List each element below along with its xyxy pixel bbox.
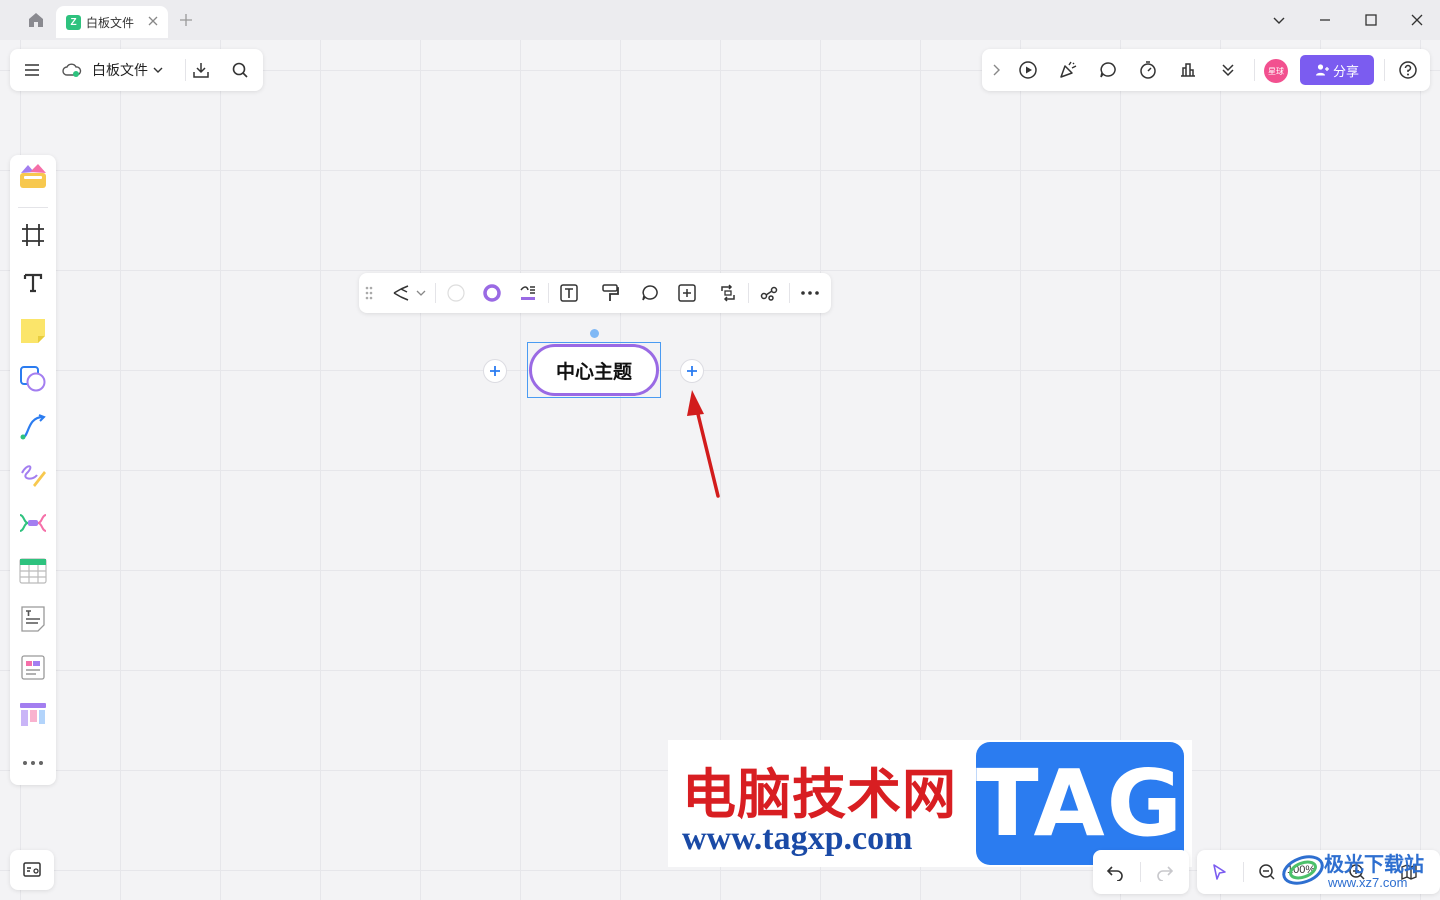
home-icon[interactable]: [24, 8, 48, 32]
annotation-arrow-icon: [687, 390, 720, 498]
share-button[interactable]: 分享: [1300, 55, 1374, 85]
card-icon[interactable]: [17, 651, 49, 683]
watermark-title: 电脑技术网: [682, 763, 957, 826]
select-cursor-icon[interactable]: [1205, 858, 1233, 886]
share-label: 分享: [1332, 63, 1359, 79]
watermark-site2-url: www.xz7.com: [1328, 875, 1408, 890]
fill-color-icon[interactable]: [442, 279, 470, 307]
watermark-panel: 电脑技术网 www.tagxp.com: [668, 740, 974, 867]
frame-icon[interactable]: [17, 219, 49, 251]
comment-icon[interactable]: [1094, 56, 1122, 84]
file-name-dropdown[interactable]: 白板文件: [92, 59, 163, 81]
file-toolbar: 白板文件: [10, 49, 263, 91]
aurora-logo-icon: [1282, 855, 1324, 885]
timer-icon[interactable]: [1134, 56, 1162, 84]
divider: [789, 283, 790, 303]
comment-icon[interactable]: [636, 279, 664, 307]
sticky-note-icon[interactable]: [17, 315, 49, 347]
line-style-icon[interactable]: [514, 279, 542, 307]
plus-icon: [687, 366, 697, 376]
template-icon[interactable]: [17, 161, 49, 193]
chevron-down-icon: [153, 65, 163, 75]
watermark-site2-title: 极光下载站: [1324, 852, 1424, 876]
watermark-url: www.tagxp.com: [682, 820, 913, 857]
divider: [185, 59, 186, 81]
watermark-tag-text: TAG: [976, 742, 1184, 865]
close-window-icon[interactable]: [1405, 8, 1429, 32]
node-toolbar: [359, 273, 831, 313]
avatar[interactable]: 星球: [1264, 59, 1288, 83]
kanban-icon[interactable]: [17, 699, 49, 731]
app-logo-icon: Z: [66, 14, 81, 30]
chevron-down-icon[interactable]: [411, 279, 431, 307]
zoom-out-icon[interactable]: [1253, 858, 1281, 886]
celebrate-icon[interactable]: [1054, 56, 1082, 84]
maximize-icon[interactable]: [1359, 8, 1383, 32]
watermark-site2: 极光下载站 www.xz7.com: [1280, 846, 1440, 894]
text-box-icon[interactable]: [555, 279, 583, 307]
divider: [18, 207, 48, 208]
pen-icon[interactable]: [17, 459, 49, 491]
table-icon[interactable]: [17, 555, 49, 587]
link-icon[interactable]: [755, 279, 783, 307]
watermark-tag-logo: TAG: [974, 740, 1192, 867]
file-name-label: 白板文件: [92, 62, 148, 78]
divider: [1243, 862, 1244, 882]
double-chevron-down-icon[interactable]: [1214, 56, 1242, 84]
minimap-icon: [18, 856, 46, 884]
chevron-down-icon[interactable]: [1267, 8, 1291, 32]
selection-handle[interactable]: [590, 329, 599, 338]
divider: [548, 283, 549, 303]
cloud-sync-icon: [58, 56, 86, 84]
divider: [1384, 59, 1385, 81]
left-toolbar: [10, 155, 56, 785]
history-controls: [1093, 850, 1189, 894]
minimize-icon[interactable]: [1313, 8, 1337, 32]
new-tab-icon[interactable]: [174, 8, 198, 32]
convert-icon[interactable]: [714, 279, 742, 307]
plus-icon: [490, 366, 500, 376]
border-color-icon[interactable]: [478, 279, 506, 307]
search-icon[interactable]: [226, 56, 254, 84]
vote-icon[interactable]: [1174, 56, 1202, 84]
more-options-icon[interactable]: [796, 279, 824, 307]
tab-label: 白板文件: [86, 15, 135, 30]
top-right-toolbar: 星球 分享: [982, 49, 1430, 91]
add-user-icon: [1315, 63, 1329, 77]
document-icon[interactable]: [17, 603, 49, 635]
add-right-node-button[interactable]: [680, 359, 704, 383]
add-left-node-button[interactable]: [483, 359, 507, 383]
divider: [1140, 862, 1141, 882]
insert-icon[interactable]: [673, 279, 701, 307]
center-topic-label: 中心主题: [555, 361, 632, 383]
connector-icon[interactable]: [17, 411, 49, 443]
undo-icon[interactable]: [1101, 858, 1129, 886]
shape-icon[interactable]: [17, 363, 49, 395]
center-topic-node[interactable]: 中心主题: [529, 344, 659, 396]
title-bar: Z 白板文件: [0, 0, 1440, 40]
expand-icon[interactable]: [982, 56, 1010, 84]
play-icon[interactable]: [1014, 56, 1042, 84]
menu-icon[interactable]: [18, 56, 46, 84]
divider: [1254, 59, 1255, 81]
divider: [748, 283, 749, 303]
mindmap-icon[interactable]: [17, 507, 49, 539]
redo-icon[interactable]: [1151, 858, 1179, 886]
drag-handle-icon[interactable]: [359, 279, 379, 307]
help-icon[interactable]: [1394, 56, 1422, 84]
text-icon[interactable]: [17, 267, 49, 299]
divider: [435, 283, 436, 303]
minimap-button[interactable]: [10, 850, 54, 890]
tab-whiteboard-file[interactable]: Z 白板文件: [56, 6, 168, 38]
more-tools-icon[interactable]: [17, 747, 49, 779]
format-painter-icon[interactable]: [596, 279, 624, 307]
download-icon[interactable]: [187, 56, 215, 84]
tab-close-icon[interactable]: [146, 14, 160, 28]
